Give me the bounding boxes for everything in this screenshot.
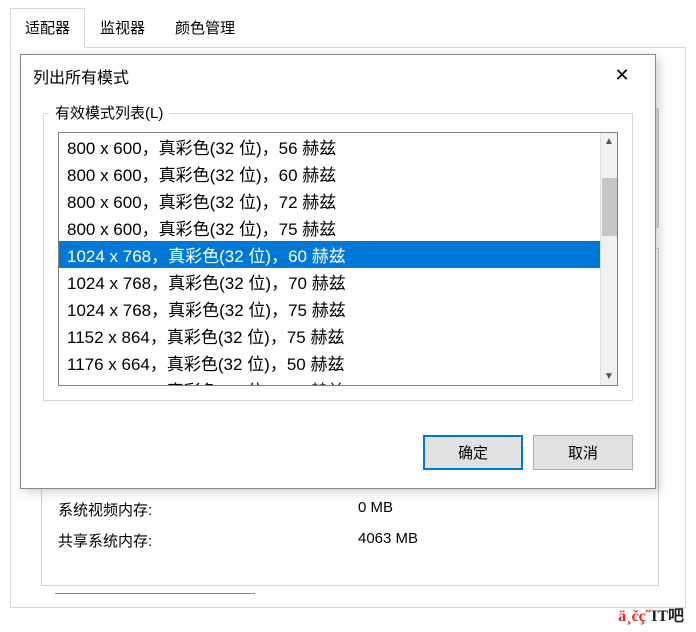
list-all-modes-dialog: 列出所有模式 ✕ 有效模式列表(L) 800 x 600，真彩色(32 位)，5… [20, 54, 656, 489]
dialog-titlebar: 列出所有模式 ✕ [21, 55, 655, 96]
watermark-dark: IT吧 [651, 608, 684, 625]
close-button[interactable]: ✕ [601, 63, 643, 88]
system-video-memory-value: 0 MB [358, 499, 642, 520]
list-item[interactable]: 1176 x 664，真彩色(32 位)，60 赫兹 [59, 376, 600, 385]
list-all-modes-button-strip [55, 593, 255, 597]
modes-listbox-wrap: 800 x 600，真彩色(32 位)，56 赫兹800 x 600，真彩色(3… [58, 132, 618, 386]
shared-system-memory-row: 共享系统内存: 4063 MB [58, 530, 642, 551]
cancel-button[interactable]: 取消 [533, 435, 633, 470]
list-item[interactable]: 800 x 600，真彩色(32 位)，72 赫兹 [59, 187, 600, 214]
valid-modes-group: 800 x 600，真彩色(32 位)，56 赫兹800 x 600，真彩色(3… [43, 113, 633, 401]
scroll-up-arrow-icon[interactable]: ▲ [601, 133, 617, 150]
dialog-button-row: 确定 取消 [21, 419, 655, 488]
listbox-scrollbar[interactable]: ▲ ▼ [600, 133, 617, 385]
watermark: ä¸čç˝IT吧 [618, 602, 684, 626]
dialog-body: 有效模式列表(L) 800 x 600，真彩色(32 位)，56 赫兹800 x… [21, 96, 655, 419]
ok-button[interactable]: 确定 [423, 435, 523, 470]
tab-monitor[interactable]: 监视器 [85, 8, 160, 47]
dialog-title-text: 列出所有模式 [33, 64, 601, 88]
scroll-down-arrow-icon[interactable]: ▼ [601, 368, 617, 385]
system-video-memory-label: 系统视频内存: [58, 499, 358, 520]
shared-system-memory-value: 4063 MB [358, 530, 642, 551]
list-item[interactable]: 800 x 600，真彩色(32 位)，60 赫兹 [59, 160, 600, 187]
close-icon: ✕ [614, 65, 629, 85]
watermark-red: ä¸čç˝ [618, 608, 651, 625]
list-item[interactable]: 1176 x 664，真彩色(32 位)，50 赫兹 [59, 349, 600, 376]
scroll-thumb[interactable] [602, 178, 617, 236]
list-item[interactable]: 1152 x 864，真彩色(32 位)，75 赫兹 [59, 322, 600, 349]
shared-system-memory-label: 共享系统内存: [58, 530, 358, 551]
list-item[interactable]: 1024 x 768，真彩色(32 位)，75 赫兹 [59, 295, 600, 322]
list-item[interactable]: 1024 x 768，真彩色(32 位)，70 赫兹 [59, 268, 600, 295]
list-item[interactable]: 800 x 600，真彩色(32 位)，56 赫兹 [59, 133, 600, 160]
tab-color-management[interactable]: 颜色管理 [160, 8, 250, 47]
valid-modes-label: 有效模式列表(L) [49, 105, 169, 122]
list-item[interactable]: 1024 x 768，真彩色(32 位)，60 赫兹 [59, 241, 600, 268]
system-video-memory-row: 系统视频内存: 0 MB [58, 499, 642, 520]
tab-strip: 适配器 监视器 颜色管理 [10, 8, 686, 48]
tab-adapter[interactable]: 适配器 [10, 8, 85, 48]
modes-listbox[interactable]: 800 x 600，真彩色(32 位)，56 赫兹800 x 600，真彩色(3… [59, 133, 600, 385]
list-item[interactable]: 800 x 600，真彩色(32 位)，75 赫兹 [59, 214, 600, 241]
